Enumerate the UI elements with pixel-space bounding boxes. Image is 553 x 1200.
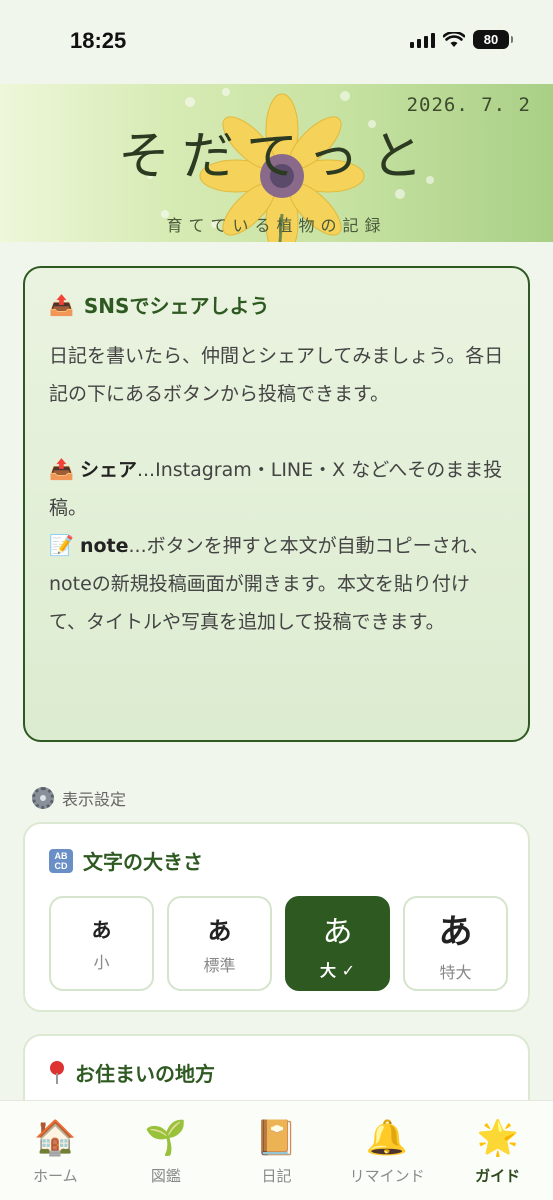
font-size-glyph: あ: [207, 917, 232, 945]
note-item: 📝 note...ボタンを押すと本文が自動コピーされ、noteの新規投稿画面が開…: [49, 527, 504, 641]
seedling-icon: 🌱: [144, 1118, 188, 1158]
nav-encyclopedia[interactable]: 🌱 図鑑: [111, 1101, 222, 1200]
font-size-glyph: あ: [91, 918, 112, 942]
display-settings-title: 表示設定: [62, 790, 127, 809]
region-heading: お住まいの地方: [49, 1058, 504, 1087]
bottom-nav: 🏠 ホーム 🌱 図鑑 📔 日記 🔔 リマインド 🌟 ガイド: [0, 1100, 553, 1200]
house-icon: 🏠: [34, 1118, 77, 1158]
battery-icon: 80: [473, 30, 513, 49]
font-size-label: 標準: [203, 956, 236, 975]
font-size-label: 大 ✓: [320, 960, 355, 980]
app-title: そだてっと: [118, 127, 435, 187]
nav-label: ガイド: [475, 1167, 521, 1185]
font-size-options: あ 小 あ 標準 あ 大 ✓ あ 特大: [49, 896, 508, 991]
note-item-title: note: [79, 535, 129, 557]
wifi-icon: [443, 31, 465, 47]
font-size-label: 小: [93, 953, 110, 972]
font-size-glyph: あ: [322, 914, 353, 950]
outbox-tray-icon: 📤: [49, 457, 74, 481]
share-card-body: 日記を書いたら、仲間とシェアしてみましょう。各日記の下にあるボタンから投稿できま…: [49, 337, 504, 641]
outbox-tray-icon: 📤: [49, 292, 74, 317]
nav-label: 日記: [261, 1167, 292, 1185]
nav-home[interactable]: 🏠 ホーム: [0, 1101, 111, 1200]
region-card: お住まいの地方: [23, 1034, 530, 1102]
app-subtitle: 育てている植物の記録: [166, 216, 387, 235]
notebook-icon: 📔: [255, 1118, 298, 1158]
nav-label: リマインド: [349, 1167, 425, 1185]
font-size-small-button[interactable]: あ 小: [49, 896, 154, 991]
memo-icon: 📝: [49, 533, 74, 557]
share-card-heading: 📤 SNSでシェアしよう: [49, 290, 504, 319]
font-size-standard-button[interactable]: あ 標準: [167, 896, 272, 991]
nav-guide[interactable]: 🌟 ガイド: [442, 1101, 553, 1200]
nav-reminder[interactable]: 🔔 リマインド: [332, 1101, 443, 1200]
font-size-glyph: あ: [438, 912, 473, 952]
display-settings-label: 表示設定: [32, 786, 126, 810]
share-item: 📤 シェア...Instagram・LINE・X などへそのまま投稿。: [49, 451, 504, 527]
pin-icon: [49, 1060, 65, 1085]
share-item-title: シェア: [79, 459, 137, 481]
font-size-large-button[interactable]: あ 大 ✓: [285, 896, 390, 991]
signal-icon: [410, 32, 435, 48]
nav-diary[interactable]: 📔 日記: [221, 1101, 332, 1200]
font-size-card: AB CD 文字の大きさ あ 小 あ 標準 あ 大 ✓ あ 特大: [23, 822, 530, 1012]
share-intro-text: 日記を書いたら、仲間とシェアしてみましょう。各日記の下にあるボタンから投稿できま…: [49, 345, 504, 405]
header-date: 2026. 7. 2: [406, 94, 531, 116]
font-size-heading: AB CD 文字の大きさ: [49, 846, 504, 875]
font-size-label: 特大: [439, 963, 472, 982]
status-time: 18:25: [70, 28, 127, 53]
bell-icon: 🔔: [365, 1118, 409, 1158]
sns-share-card: 📤 SNSでシェアしよう 日記を書いたら、仲間とシェアしてみましょう。各日記の下…: [23, 266, 530, 742]
status-icons: 80: [410, 30, 513, 49]
gear-icon: [32, 787, 54, 809]
status-bar: 18:25 80: [0, 0, 553, 82]
battery-level: 80: [483, 32, 499, 47]
font-size-title: 文字の大きさ: [83, 850, 203, 874]
main-content[interactable]: 📤 SNSでシェアしよう 日記を書いたら、仲間とシェアしてみましょう。各日記の下…: [0, 242, 553, 1102]
font-size-extra-large-button[interactable]: あ 特大: [403, 896, 508, 991]
star-icon: 🌟: [476, 1118, 519, 1158]
header-banner: 2026. 7. 2 そだてっと 育てている植物の記録: [0, 84, 553, 242]
share-card-title: SNSでシェアしよう: [83, 294, 270, 318]
abcd-icon: AB CD: [49, 848, 73, 873]
region-title: お住まいの地方: [75, 1062, 215, 1086]
nav-label: ホーム: [33, 1167, 78, 1185]
nav-label: 図鑑: [150, 1167, 181, 1185]
